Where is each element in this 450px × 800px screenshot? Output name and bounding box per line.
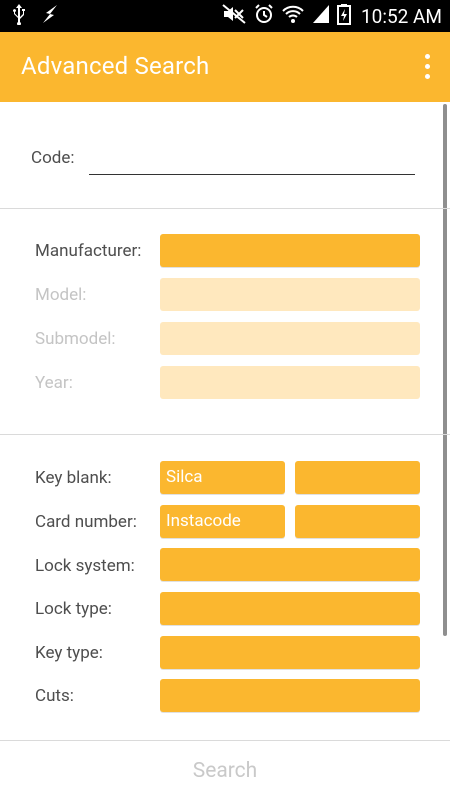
mute-icon: [221, 3, 247, 29]
app-bar: Advanced Search: [0, 32, 450, 102]
key-blank-label: Key blank:: [35, 468, 112, 488]
usb-icon: [10, 3, 28, 29]
lock-type-label: Lock type:: [35, 599, 112, 619]
manufacturer-field[interactable]: [160, 234, 420, 267]
year-field[interactable]: [160, 366, 420, 399]
search-button[interactable]: Search: [0, 742, 450, 800]
key-blank-field[interactable]: Silca: [160, 461, 285, 494]
key-type-label: Key type:: [35, 643, 103, 663]
scroll-indicator[interactable]: [443, 104, 447, 636]
divider: [0, 208, 450, 209]
key-blank-field-secondary[interactable]: [295, 461, 420, 494]
card-number-field-secondary[interactable]: [295, 505, 420, 538]
wifi-icon: [281, 3, 305, 29]
lock-system-field[interactable]: [160, 548, 420, 581]
manufacturer-label: Manufacturer:: [35, 241, 142, 261]
submodel-field[interactable]: [160, 322, 420, 355]
signal-icon: [311, 3, 331, 29]
key-type-field[interactable]: [160, 636, 420, 669]
status-bar: 10:52 AM: [0, 0, 450, 32]
cuts-label: Cuts:: [35, 686, 74, 706]
code-input-underline: [89, 174, 415, 175]
divider: [0, 434, 450, 435]
alarm-icon: [253, 3, 275, 29]
battery-icon: [336, 3, 351, 29]
divider: [0, 740, 450, 741]
year-label: Year:: [35, 373, 73, 393]
card-number-field[interactable]: Instacode: [160, 505, 285, 538]
card-number-label: Card number:: [35, 512, 137, 532]
overflow-menu-icon[interactable]: [422, 54, 432, 80]
status-time: 10:52 AM: [360, 4, 442, 28]
model-label: Model:: [35, 285, 87, 305]
cuts-field[interactable]: [160, 679, 420, 712]
lock-type-field[interactable]: [160, 592, 420, 625]
flash-icon: [40, 3, 60, 29]
page-title: Advanced Search: [21, 52, 210, 80]
lock-system-label: Lock system:: [35, 556, 135, 576]
submodel-label: Submodel:: [35, 329, 116, 349]
model-field[interactable]: [160, 278, 420, 311]
code-label: Code:: [31, 148, 75, 168]
